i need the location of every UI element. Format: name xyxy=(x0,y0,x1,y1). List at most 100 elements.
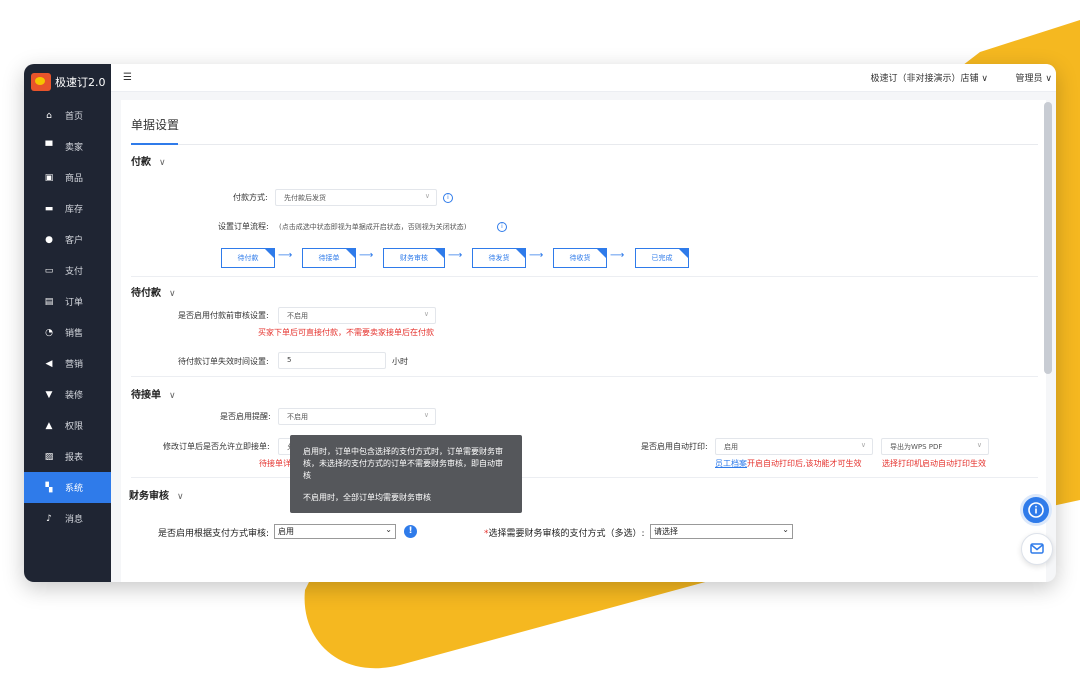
expire-time-input[interactable]: 5 xyxy=(278,352,386,369)
chevron-down-icon: ∨ xyxy=(169,391,176,401)
sidebar-item-label: 消息 xyxy=(65,515,84,525)
auto-print-select[interactable]: 启用 ∨ xyxy=(715,438,873,455)
sidebar-item-label: 首页 xyxy=(65,112,84,122)
section-finance-title: 财务审核 xyxy=(129,491,169,502)
sidebar-item-3[interactable]: ▬ 库存 xyxy=(24,193,111,224)
order-flow-label: 设置订单流程: xyxy=(218,222,269,231)
arrow-right-icon: ⟶ xyxy=(529,250,544,261)
topbar: ☰ 极速订（非对接演示）店铺 ∨ 管理员 ∨ xyxy=(111,64,1056,92)
app-logo[interactable]: 极速订2.0 xyxy=(24,64,111,100)
sidebar-item-label: 库存 xyxy=(65,205,84,215)
arrow-right-icon: ⟶ xyxy=(610,250,625,261)
tooltip-enabled-text: 启用时，订单中包含选择的支付方式时，订单需要财务审核，未选择的支付方式的订单不需… xyxy=(303,447,503,480)
remind-value: 不启用 xyxy=(287,413,308,421)
section-pending-accept-header[interactable]: 待接单 ∨ xyxy=(131,386,176,401)
sidebar-item-label: 商品 xyxy=(65,174,84,184)
sidebar-item-6[interactable]: ▤ 订单 xyxy=(24,286,111,317)
arrow-right-icon: ⟶ xyxy=(448,250,463,261)
sidebar-item-9[interactable]: ▼ 装修 xyxy=(24,379,111,410)
section-payment-header[interactable]: 付款 ∨ xyxy=(131,153,166,168)
section-finance-header[interactable]: 财务审核 ∨ xyxy=(129,487,184,502)
sidebar-item-2[interactable]: ▣ 商品 xyxy=(24,162,111,193)
finance-audit-tooltip: 启用时，订单中包含选择的支付方式时，订单需要财务审核，未选择的支付方式的订单不需… xyxy=(290,435,522,513)
sidebar-item-1[interactable]: ▀ 卖家 xyxy=(24,131,111,162)
section-pending-payment-title: 待付款 xyxy=(131,288,161,299)
sidebar-item-label: 营销 xyxy=(65,360,84,370)
prepay-audit-warning: 买家下单后可直接付款，不需要卖家接单后在付款 xyxy=(258,328,434,337)
sidebar-item-label: 支付 xyxy=(65,267,84,277)
flow-step-finance-audit[interactable]: 财务审核 xyxy=(383,248,445,268)
section-divider xyxy=(131,477,1038,478)
flow-step-pending-receive[interactable]: 待收货 xyxy=(553,248,607,268)
order-icon: ▤ xyxy=(44,296,54,307)
info-circle-icon xyxy=(1028,502,1044,518)
flow-step-pending-payment[interactable]: 待付款 xyxy=(221,248,275,268)
user-menu[interactable]: 管理员 ∨ xyxy=(1016,71,1052,84)
auto-print-value: 启用 xyxy=(724,443,738,451)
scrollbar[interactable] xyxy=(1044,102,1052,374)
sidebar-item-4[interactable]: ● 客户 xyxy=(24,224,111,255)
message-float-button[interactable] xyxy=(1021,533,1053,565)
payment-method-select[interactable]: 先付款后发货 ∨ xyxy=(275,189,437,206)
sidebar-item-label: 卖家 xyxy=(65,143,84,153)
stock-icon: ▬ xyxy=(44,203,54,214)
customer-icon: ● xyxy=(45,234,53,245)
staff-profile-link[interactable]: 员工档案 xyxy=(715,459,747,468)
sidebar-item-12[interactable]: ▚ 系统 xyxy=(24,472,111,503)
prepay-audit-value: 不启用 xyxy=(287,312,308,320)
sidebar-item-label: 装修 xyxy=(65,391,84,401)
export-format-value: 导出为WPS PDF xyxy=(890,443,943,451)
chevron-down-icon: ⌄ xyxy=(782,525,789,534)
pie-chart-icon: ◔ xyxy=(45,327,53,338)
sidebar-item-8[interactable]: ◀ 营销 xyxy=(24,348,111,379)
finance-methods-value: 请选择 xyxy=(654,527,678,536)
flow-step-completed[interactable]: 已完成 xyxy=(635,248,689,268)
logo-icon xyxy=(31,73,51,91)
auto-print-warning-text: 开启自动打印后,该功能才可生效 xyxy=(747,459,862,468)
finance-by-payment-select[interactable]: 启用 ⌄ xyxy=(274,524,396,539)
chevron-down-icon: ∨ xyxy=(159,158,166,168)
finance-by-payment-label: 是否启用根据支付方式审核: xyxy=(158,529,270,539)
remind-select[interactable]: 不启用 ∨ xyxy=(278,408,436,425)
exclamation-icon[interactable]: ! xyxy=(404,525,417,538)
shop-icon: ▀ xyxy=(45,141,53,152)
brush-icon: ▼ xyxy=(45,389,53,400)
sidebar-item-10[interactable]: ▲ 权限 xyxy=(24,410,111,441)
prepay-audit-select[interactable]: 不启用 ∨ xyxy=(278,307,436,324)
store-selector[interactable]: 极速订（非对接演示）店铺 ∨ xyxy=(871,71,988,84)
sidebar-item-11[interactable]: ▨ 报表 xyxy=(24,441,111,472)
flow-step-pending-accept[interactable]: 待接单 xyxy=(302,248,356,268)
flow-step-pending-ship[interactable]: 待发货 xyxy=(472,248,526,268)
info-icon[interactable]: i xyxy=(497,222,507,232)
info-icon[interactable]: i xyxy=(443,193,453,203)
sidebar-item-0[interactable]: ⌂ 首页 xyxy=(24,100,111,131)
section-pending-payment-header[interactable]: 待付款 ∨ xyxy=(131,284,176,299)
sidebar-item-13[interactable]: ♪ 消息 xyxy=(24,503,111,534)
finance-methods-select[interactable]: 请选择 ⌄ xyxy=(650,524,793,539)
help-float-button[interactable] xyxy=(1020,494,1052,526)
bell-icon: ♪ xyxy=(46,513,52,524)
section-divider xyxy=(131,276,1038,277)
expire-time-label: 待付款订单失效时间设置: xyxy=(178,357,269,366)
chart-icon: ▨ xyxy=(44,451,54,462)
sidebar-item-label: 客户 xyxy=(65,236,84,246)
sidebar-item-5[interactable]: ▭ 支付 xyxy=(24,255,111,286)
grid-icon: ▚ xyxy=(45,482,53,493)
sidebar-item-7[interactable]: ◔ 销售 xyxy=(24,317,111,348)
order-flow-hint: (点击成选中状态即视为单据成开启状态，否则视为关闭状态) xyxy=(279,223,467,231)
chevron-down-icon: ∨ xyxy=(177,492,184,502)
title-active-underline xyxy=(131,143,178,145)
modify-accept-label: 修改订单后是否允许立即接单: xyxy=(163,442,270,451)
finance-methods-label-text: 选择需要财务审核的支付方式（多选）: xyxy=(488,529,645,539)
section-divider xyxy=(131,376,1038,377)
page-title: 单据设置 xyxy=(131,118,180,132)
sidebar-item-label: 订单 xyxy=(65,298,84,308)
chevron-down-icon: ∨ xyxy=(424,192,430,200)
title-divider xyxy=(131,144,1038,145)
export-format-select[interactable]: 导出为WPS PDF ∨ xyxy=(881,438,989,455)
chevron-down-icon: ∨ xyxy=(423,411,429,419)
app-window: 极速订2.0 ⌂ 首页 ▀ 卖家 ▣ 商品 ▬ 库存 ● 客户 ▭ 支付 ▤ 订单 ◔ 销售 ◀ 营销 ▼ 装修 ▲ 权限… xyxy=(24,64,1056,582)
menu-fold-icon[interactable]: ☰ xyxy=(123,72,132,83)
sidebar: 极速订2.0 ⌂ 首页 ▀ 卖家 ▣ 商品 ▬ 库存 ● 客户 ▭ 支付 ▤ 订单 ◔ 销售 ◀ 营销 ▼ 装修 ▲ 权限… xyxy=(24,64,111,582)
auto-print-warning: 员工档案开启自动打印后,该功能才可生效 xyxy=(715,458,862,469)
